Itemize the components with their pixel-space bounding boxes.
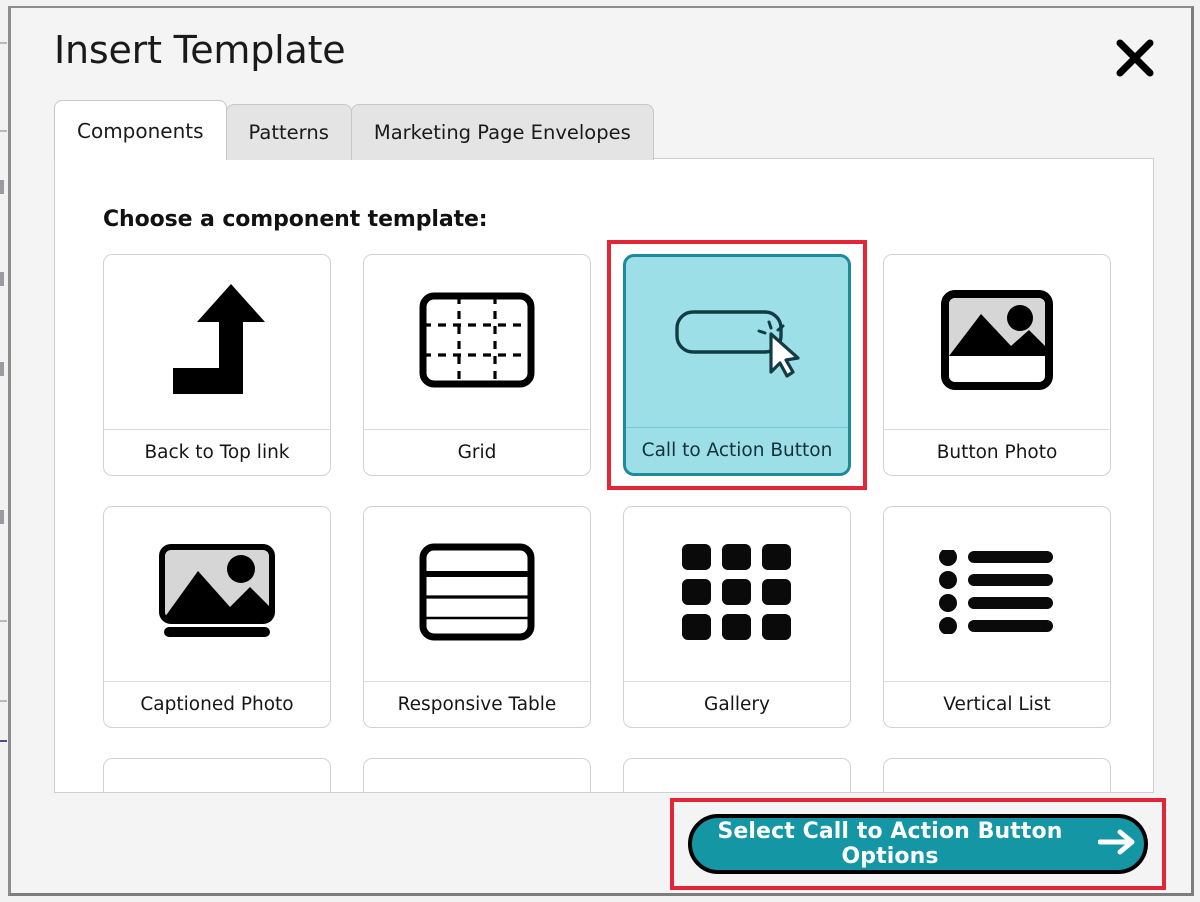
card-label: Captioned Photo <box>104 681 330 727</box>
background-mark <box>0 700 7 702</box>
button-photo-icon <box>941 290 1053 394</box>
template-card-call-to-action-button[interactable]: Call to Action Button <box>623 254 851 476</box>
grid-icon <box>419 292 535 392</box>
template-card-grid: Back to Top link Grid Call to Action But… <box>55 240 1153 792</box>
template-card-slot <box>363 758 591 792</box>
insert-template-dialog: Insert Template Components Patterns Mark… <box>8 6 1194 896</box>
template-card-button-photo[interactable]: Button Photo <box>883 254 1111 476</box>
template-card-slot: Responsive Table <box>363 506 591 728</box>
tab-label: Components <box>77 118 204 143</box>
cta-highlight-annotation: Select Call to Action Button Options <box>670 798 1166 890</box>
tab-components[interactable]: Components <box>54 100 227 160</box>
card-thumbnail <box>884 507 1110 681</box>
card-label: Grid <box>364 429 590 475</box>
template-card-slot: Button Photo <box>883 254 1111 476</box>
template-scroll-area[interactable]: Choose a component template: Back to Top… <box>55 159 1153 792</box>
dialog-header: Insert Template <box>11 8 1191 100</box>
template-card-back-to-top-link[interactable]: Back to Top link <box>103 254 331 476</box>
page-title: Insert Template <box>54 28 346 72</box>
close-button[interactable] <box>1109 32 1161 84</box>
template-card-slot: Call to Action Button <box>607 240 867 490</box>
cta-label: Select Call to Action Button Options <box>717 819 1063 869</box>
template-card-slot: Gallery <box>623 506 851 728</box>
card-label: Vertical List <box>884 681 1110 727</box>
card-thumbnail <box>884 255 1110 429</box>
card-thumbnail <box>364 255 590 429</box>
template-chooser-panel: Choose a component template: Back to Top… <box>54 158 1154 793</box>
card-thumbnail <box>104 255 330 429</box>
card-thumbnail <box>626 257 848 427</box>
template-card-slot <box>103 758 331 792</box>
vertical-list-icon <box>939 548 1055 638</box>
template-card-partial[interactable] <box>623 758 851 792</box>
background-mark <box>0 620 7 622</box>
template-card-grid[interactable]: Grid <box>363 254 591 476</box>
close-icon <box>1112 35 1158 81</box>
arrow-right-icon <box>1097 829 1138 861</box>
screenshot-root: Insert Template Components Patterns Mark… <box>0 0 1200 902</box>
background-mark <box>0 510 4 524</box>
background-mark <box>0 180 4 194</box>
card-label: Responsive Table <box>364 681 590 727</box>
card-thumbnail <box>104 507 330 681</box>
template-card-slot: Grid <box>363 254 591 476</box>
responsive-table-icon <box>419 543 535 645</box>
card-label: Gallery <box>624 681 850 727</box>
card-label: Back to Top link <box>104 429 330 475</box>
card-thumbnail <box>364 507 590 681</box>
template-card-slot <box>623 758 851 792</box>
background-mark <box>0 130 7 132</box>
background-mark <box>0 42 7 44</box>
template-card-gallery[interactable]: Gallery <box>623 506 851 728</box>
back-to-top-arrow-icon <box>157 282 277 402</box>
tab-patterns[interactable]: Patterns <box>225 104 352 160</box>
template-card-captioned-photo[interactable]: Captioned Photo <box>103 506 331 728</box>
background-mark <box>0 362 4 376</box>
template-card-partial[interactable] <box>883 758 1111 792</box>
tab-bar: Components Patterns Marketing Page Envel… <box>54 100 654 160</box>
template-card-responsive-table[interactable]: Responsive Table <box>363 506 591 728</box>
choose-template-heading: Choose a component template: <box>103 207 488 232</box>
card-label: Call to Action Button <box>626 427 848 473</box>
card-label: Button Photo <box>884 429 1110 475</box>
card-thumbnail <box>624 507 850 681</box>
template-card-slot: Vertical List <box>883 506 1111 728</box>
template-card-slot: Captioned Photo <box>103 506 331 728</box>
background-mark <box>0 272 4 286</box>
template-card-slot: Back to Top link <box>103 254 331 476</box>
call-to-action-cursor-icon <box>672 300 802 384</box>
template-card-vertical-list[interactable]: Vertical List <box>883 506 1111 728</box>
dialog-footer: Select Call to Action Button Options <box>11 788 1191 893</box>
tab-label: Marketing Page Envelopes <box>373 121 631 144</box>
background-mark <box>0 740 7 742</box>
gallery-grid-icon <box>682 544 792 644</box>
tab-marketing-page-envelopes[interactable]: Marketing Page Envelopes <box>350 104 654 160</box>
template-card-partial[interactable] <box>363 758 591 792</box>
template-card-partial[interactable] <box>103 758 331 792</box>
tab-label: Patterns <box>248 121 329 144</box>
template-card-slot <box>883 758 1111 792</box>
captioned-photo-icon <box>158 543 276 645</box>
select-call-to-action-button-options-button[interactable]: Select Call to Action Button Options <box>688 814 1148 874</box>
